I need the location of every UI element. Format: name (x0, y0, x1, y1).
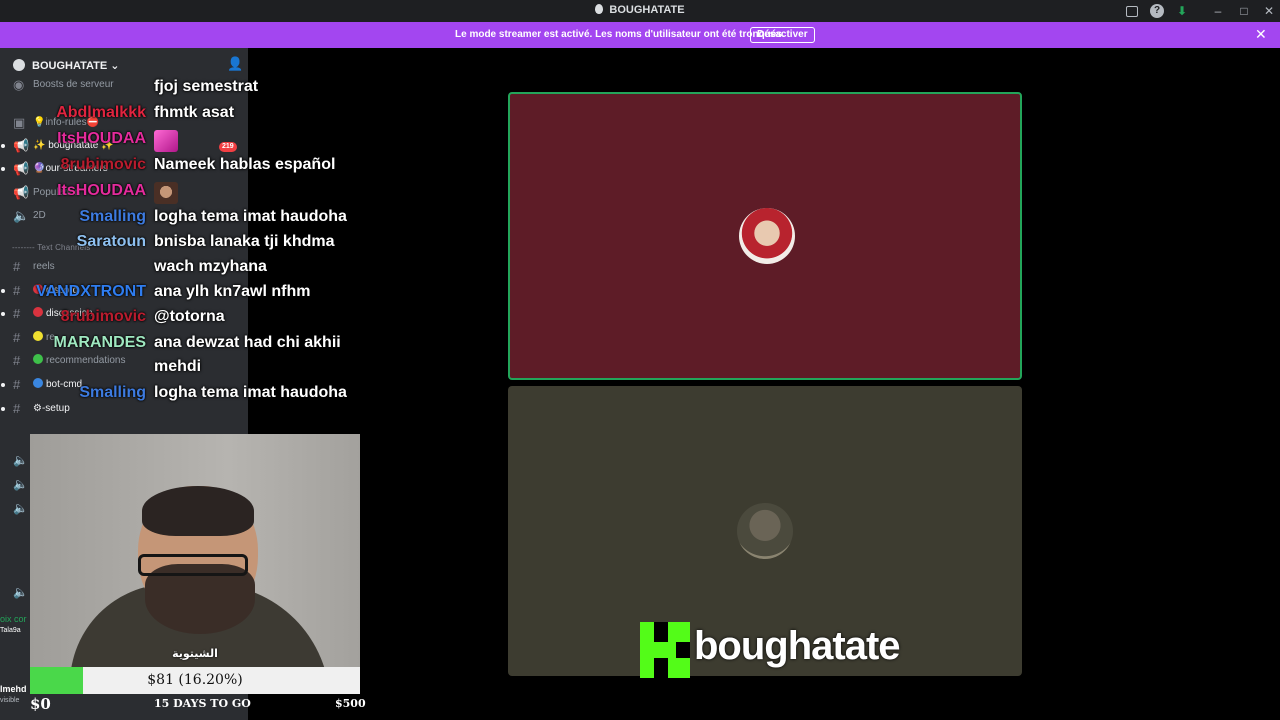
webcam-person-hair (142, 486, 254, 536)
chat-text: Nameek hablas español (154, 156, 336, 173)
streamer-webcam: الشيتوية (30, 434, 360, 667)
donation-goal-label: $81 (16.20%) (147, 672, 243, 688)
screen-share-icon[interactable] (1126, 6, 1138, 17)
chat-message: VANDXTRONT ana ylh kn7awl nfhm (0, 283, 360, 307)
minimize-button[interactable]: – (1211, 4, 1225, 18)
chat-username: Smalling (79, 208, 146, 225)
chat-text: bnisba lanaka tji khdma (154, 233, 335, 250)
chat-text: fhmtk asat (154, 104, 235, 121)
chat-text: fjoj semestrat (154, 78, 259, 95)
webcam-caption: الشيتوية (172, 648, 218, 660)
chat-message: ItsHOUDAA (0, 182, 360, 206)
chat-message: wach mzyhana (0, 258, 360, 282)
channel-brand-name: boughatate (694, 624, 901, 668)
participant-avatar (739, 208, 795, 264)
chat-message: Smalling logha tema imat haudoha (0, 208, 360, 232)
chat-text: logha tema imat haudoha (154, 208, 347, 225)
chat-username: Abdlmalkkk (56, 104, 146, 121)
server-name: BOUGHATATE ⌄ (32, 60, 120, 72)
chat-message: 8rubimovic Nameek hablas español (0, 156, 360, 180)
voice-connected-icon[interactable]: 🔈 (13, 585, 28, 599)
chat-message: 8rubimovic @totorna (0, 308, 360, 332)
chat-message: Smalling logha tema imat haudoha (0, 384, 360, 408)
invite-people-icon[interactable]: 👤 (227, 56, 243, 72)
donation-goal-days: 15 DAYS TO GO (154, 697, 251, 710)
chat-username: 8rubimovic (60, 308, 146, 325)
active-voice-channel-icon[interactable]: 🔈 (13, 501, 28, 515)
help-icon[interactable]: ? (1150, 4, 1164, 18)
chat-username: ItsHOUDAA (57, 182, 146, 199)
window-title: BOUGHATATE (0, 4, 1280, 16)
close-banner-icon[interactable]: ✕ (1255, 26, 1267, 43)
donation-goal-min: $0 (30, 695, 51, 713)
chat-message: Saratoun bnisba lanaka tji khdma (0, 233, 360, 257)
chat-username: Saratoun (76, 233, 146, 250)
chat-text: logha tema imat haudoha (154, 384, 347, 401)
chat-message: ItsHOUDAA (0, 130, 360, 154)
chat-username: Smalling (79, 384, 146, 401)
chat-username: VANDXTRONT (36, 283, 146, 300)
chat-username: 8rubimovic (60, 156, 146, 173)
chat-message: fjoj semestrat (0, 78, 360, 102)
participant-avatar (737, 503, 793, 559)
chat-message: MARANDES ana dewzat had chi akhii (0, 334, 360, 358)
close-window-button[interactable]: ✕ (1262, 4, 1276, 18)
chat-emote (154, 130, 178, 152)
chat-text: ana ylh kn7awl nfhm (154, 283, 311, 300)
chat-text: ana dewzat had chi akhii (154, 334, 341, 351)
title-bar: BOUGHATATE ? ⬇ – □ ✕ (0, 0, 1280, 22)
chat-text: @totorna (154, 308, 225, 325)
streamer-mode-banner: Le mode streamer est activé. Les noms d'… (0, 22, 1280, 48)
edge-text: lmehd (0, 684, 27, 694)
chat-message: Abdlmalkkk fhmtk asat (0, 104, 360, 128)
chat-message: mehdi (0, 358, 360, 382)
chat-username: MARANDES (53, 334, 146, 351)
kick-logo-icon (640, 622, 690, 678)
chat-text: mehdi (154, 358, 202, 375)
donation-goal-max: $500 (335, 697, 366, 710)
edge-text: Tala9a (0, 627, 21, 634)
voice-channel-icon[interactable]: 🔈 (13, 453, 28, 467)
voice-participant-tile-speaking[interactable] (508, 92, 1022, 380)
voice-channel-icon[interactable]: 🔈 (13, 477, 28, 491)
server-icon (13, 59, 25, 71)
download-icon[interactable]: ⬇ (1175, 4, 1189, 18)
maximize-button[interactable]: □ (1237, 4, 1251, 18)
disable-streamer-mode-button[interactable]: Désactiver (750, 27, 815, 43)
edge-text: visible (0, 697, 20, 704)
chat-text: wach mzyhana (154, 258, 267, 275)
webcam-person-glasses (138, 554, 248, 576)
chat-emote (154, 182, 178, 204)
edge-text: oix cor (0, 614, 27, 624)
discord-logo-icon (595, 4, 604, 14)
donation-goal-bar: $81 (16.20%) (30, 667, 360, 694)
banner-message: Le mode streamer est activé. Les noms d'… (455, 29, 785, 40)
chat-username: ItsHOUDAA (57, 130, 146, 147)
